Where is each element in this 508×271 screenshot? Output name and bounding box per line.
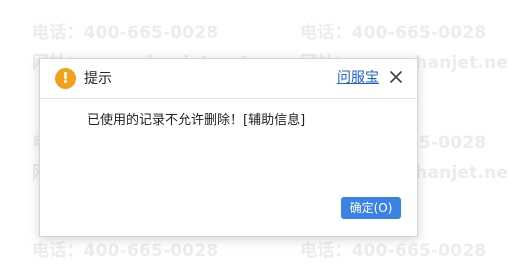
watermark-phone: 电话：400-665-0028 bbox=[300, 241, 487, 261]
dialog-header: ! 提示 问服宝 bbox=[40, 59, 417, 99]
dialog-message: 已使用的记录不允许删除！[辅助信息] bbox=[87, 113, 306, 128]
ok-button[interactable]: 确定(O) bbox=[341, 197, 401, 219]
close-icon bbox=[389, 70, 403, 84]
close-button[interactable] bbox=[387, 68, 405, 86]
watermark-phone: 电话：400-665-0028 bbox=[300, 23, 487, 43]
help-link[interactable]: 问服宝 bbox=[337, 69, 379, 87]
dialog-title: 提示 bbox=[84, 71, 112, 87]
watermark-phone: 电话：400-665-0028 bbox=[32, 241, 219, 261]
warning-icon: ! bbox=[55, 68, 76, 89]
alert-dialog: ! 提示 问服宝 已使用的记录不允许删除！[辅助信息] 确定(O) bbox=[39, 58, 418, 237]
watermark-phone: 电话：400-665-0028 bbox=[32, 23, 219, 43]
